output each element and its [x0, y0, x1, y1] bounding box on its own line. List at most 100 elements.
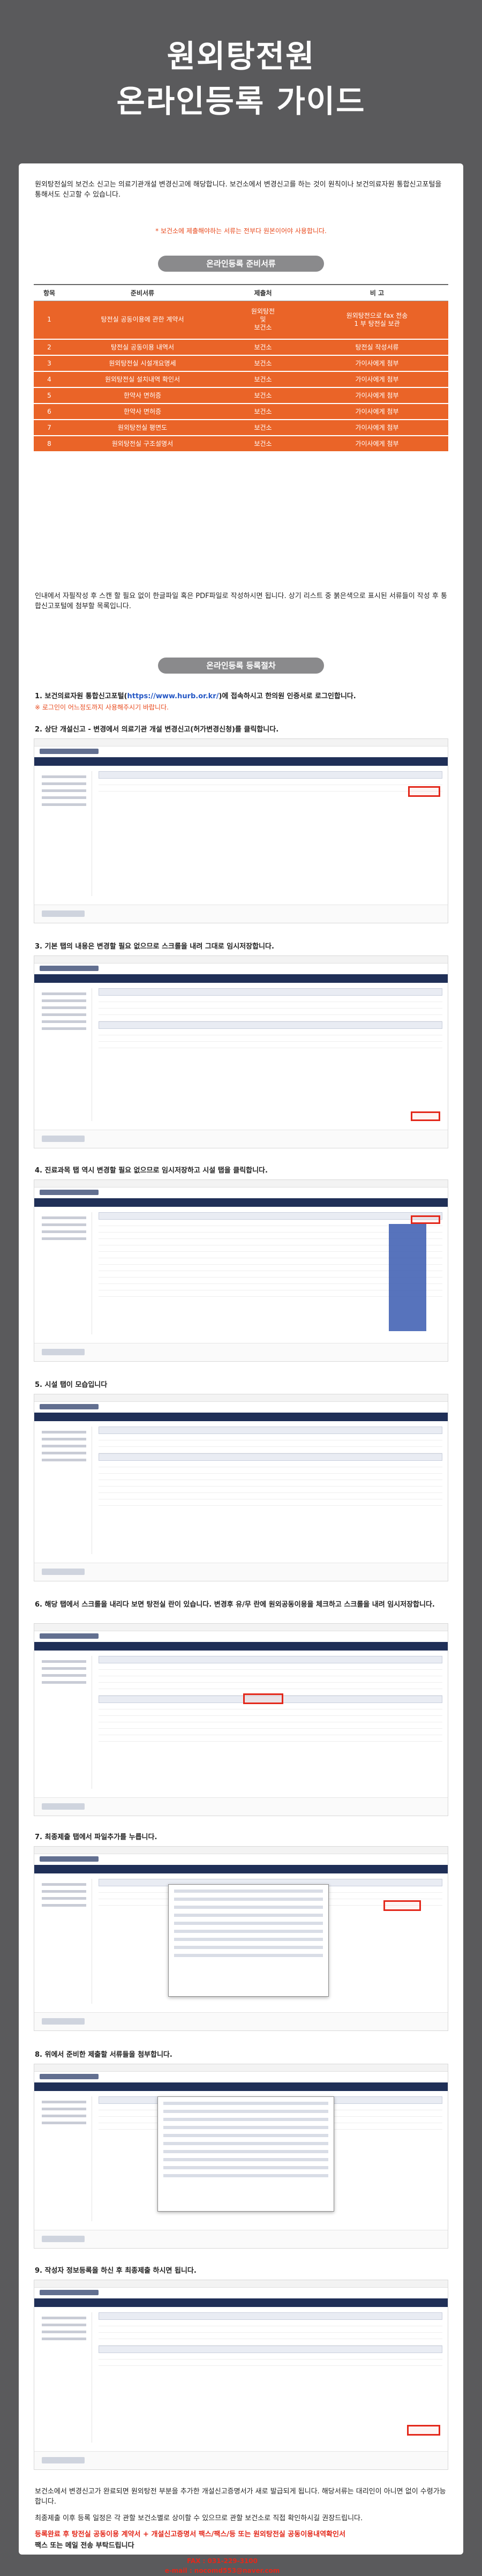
- table-cell: 4: [34, 371, 65, 388]
- outro-paragraph-3: 등록완료 후 탕전실 공동이용 계약서 + 개설신고증명서 팩스/팩스/등 또는…: [35, 2530, 345, 2538]
- portal-sidebar: [39, 2096, 92, 2221]
- table-row: 7 원외탕전실 평면도 보건소 가이사에게 첨부: [34, 420, 448, 436]
- portal-footer: [34, 1797, 448, 1816]
- portal-logo: [40, 966, 99, 971]
- guide-card: 원외탕전실의 보건소 신고는 의료기관개설 변경신고에 해당합니다. 보건소에서…: [19, 163, 463, 2555]
- table-cell: 원외탕전으로 fax 전송 1 부 탕전실 보관: [306, 301, 448, 340]
- browser-bar: [34, 1394, 448, 1402]
- portal-footer: [34, 2012, 448, 2030]
- highlight-box: [407, 2425, 440, 2436]
- screenshot-step-2: [34, 738, 448, 923]
- table-cell: 원외탕전실 설치내역 확인서: [65, 371, 220, 388]
- portal-footer: [34, 1130, 448, 1148]
- table-cell: 탕전실 공동이용에 관한 계약서: [65, 301, 220, 340]
- highlight-box: [411, 1111, 440, 1121]
- screenshot-step-5: [34, 1394, 448, 1581]
- portal-nav: [34, 1413, 448, 1421]
- browser-bar: [34, 1624, 448, 1631]
- step-7-text: 7. 최종제출 탭에서 파일추가를 누릅니다.: [35, 1833, 157, 1841]
- table-row: 6 한약사 면허증 보건소 가이사에게 첨부: [34, 404, 448, 420]
- portal-main: [99, 2312, 442, 2443]
- portal-link[interactable]: https://www.hurb.or.kr/: [127, 692, 219, 700]
- table-cell: 보건소: [220, 436, 306, 452]
- portal-logo: [40, 1190, 99, 1195]
- step-9-text: 9. 작성자 정보등록을 하신 후 최종제출 하시면 됩니다.: [35, 2267, 197, 2275]
- portal-footer: [34, 1343, 448, 1361]
- portal-sidebar: [39, 1427, 92, 1554]
- portal-main: [99, 1427, 442, 1554]
- step-1-subnote: ※ 로그인이 어느정도까지 사용해주시기 바랍니다.: [35, 704, 169, 711]
- highlight-box: [411, 1215, 440, 1224]
- step-1-text-after: )에 접속하시고 한의원 인증서로 로그인합니다.: [219, 692, 356, 700]
- highlight-box: [408, 786, 440, 797]
- portal-nav: [34, 974, 448, 983]
- portal-main: [99, 988, 442, 1121]
- portal-sidebar: [39, 1879, 92, 2004]
- browser-bar: [34, 1847, 448, 1854]
- table-header-cell: 항목: [34, 284, 65, 301]
- table-cell: 보건소: [220, 420, 306, 436]
- table-row: 1 탕전실 공동이용에 관한 계약서 원외탕전 및 보건소 원외탕전으로 fax…: [34, 301, 448, 340]
- table-cell: 한약사 면허증: [65, 404, 220, 420]
- step-4-text: 4. 진료과목 탭 역시 변경할 필요 없으므로 임시저장하고 시설 탭을 클릭…: [35, 1167, 268, 1175]
- highlight-box: [383, 1900, 421, 1911]
- portal-nav: [34, 2298, 448, 2307]
- table-row: 5 한약사 면허증 보건소 가이사에게 첨부: [34, 387, 448, 404]
- file-dialog: [168, 1884, 329, 1997]
- table-row: 4 원외탕전실 설치내역 확인서 보건소 가이사에게 첨부: [34, 371, 448, 388]
- screenshot-step-7: [34, 1846, 448, 2031]
- documents-table: 항목 준비서류 제출처 비 고 1 탕전실 공동이용에 관한 계약서 원외탕전 …: [34, 284, 448, 452]
- table-header-cell: 비 고: [306, 284, 448, 301]
- outro-paragraph-2: 최종제출 이후 등록 일정은 각 관할 보건소별로 상이할 수 있으므로 관할 …: [35, 2514, 363, 2522]
- table-header-row: 항목 준비서류 제출처 비 고: [34, 284, 448, 301]
- table-cell: 원외탕전실 시설개요명세: [65, 355, 220, 372]
- table-cell: 가이사에게 첨부: [306, 387, 448, 404]
- portal-logo: [40, 2290, 99, 2295]
- outro-paragraph-1: 보건소에서 변경신고가 완료되면 원외탕전 부분을 추가한 개설신고증명서가 새…: [35, 2488, 446, 2506]
- table-cell: 6: [34, 404, 65, 420]
- portal-sidebar: [39, 1212, 92, 1334]
- table-header-cell: 준비서류: [65, 284, 220, 301]
- page-title-line2: 온라인등록 가이드: [116, 83, 366, 120]
- table-cell: 원외탕전실 평면도: [65, 420, 220, 436]
- table-cell: 보건소: [220, 404, 306, 420]
- portal-sidebar: [39, 771, 92, 896]
- browser-bar: [34, 2280, 448, 2288]
- step-1-text-before: 1. 보건의료자원 통합신고포털(: [35, 692, 127, 700]
- step-1-text: 1. 보건의료자원 통합신고포털(https://www.hurb.or.kr/…: [35, 691, 447, 701]
- table-cell: 8: [34, 436, 65, 452]
- screenshot-step-9: [34, 2280, 448, 2470]
- table-cell: 탕전실 작성서류: [306, 339, 448, 356]
- table-cell: 5: [34, 387, 65, 404]
- table-cell: 원외탕전실 구조설명서: [65, 436, 220, 452]
- portal-footer: [34, 2230, 448, 2248]
- table-cell: 한약사 면허증: [65, 387, 220, 404]
- table-header-cell: 제출처: [220, 284, 306, 301]
- browser-bar: [34, 2064, 448, 2072]
- steps-section-pill: 온라인등록 등록절차: [158, 658, 324, 674]
- portal-sidebar: [39, 1656, 92, 1789]
- table-cell: 가이사에게 첨부: [306, 371, 448, 388]
- step-3-text: 3. 기본 탭의 내용은 변경할 필요 없으므로 스크롤을 내려 그대로 임시저…: [35, 943, 274, 951]
- portal-nav: [34, 1198, 448, 1207]
- portal-logo: [40, 749, 99, 754]
- screenshot-step-3: [34, 955, 448, 1148]
- table-cell: 보건소: [220, 339, 306, 356]
- hero-banner: 원외탕전원 온라인등록 가이드: [0, 0, 482, 171]
- table-cell: 보건소: [220, 355, 306, 372]
- portal-nav: [34, 1865, 448, 1873]
- intro-paragraph: 원외탕전실의 보건소 신고는 의료기관개설 변경신고에 해당합니다. 보건소에서…: [35, 181, 442, 199]
- portal-footer: [34, 2451, 448, 2469]
- contact-email: e-mail : nocomd553@naver.com: [164, 2567, 280, 2574]
- highlight-box: [243, 1693, 283, 1704]
- step-5-text: 5. 시설 탭이 모습입니다: [35, 1381, 108, 1389]
- original-documents-note: * 보건소에 제출해야하는 서류는 전부다 원본이어야 사용합니다.: [155, 227, 327, 235]
- table-row: 3 원외탕전실 시설개요명세 보건소 가이사에게 첨부: [34, 355, 448, 372]
- table-cell: 가이사에게 첨부: [306, 420, 448, 436]
- browser-bar: [34, 956, 448, 964]
- portal-nav: [34, 757, 448, 766]
- browser-bar: [34, 739, 448, 746]
- screenshot-step-4: [34, 1179, 448, 1362]
- table-cell: 1: [34, 301, 65, 340]
- table-cell: 보건소: [220, 371, 306, 388]
